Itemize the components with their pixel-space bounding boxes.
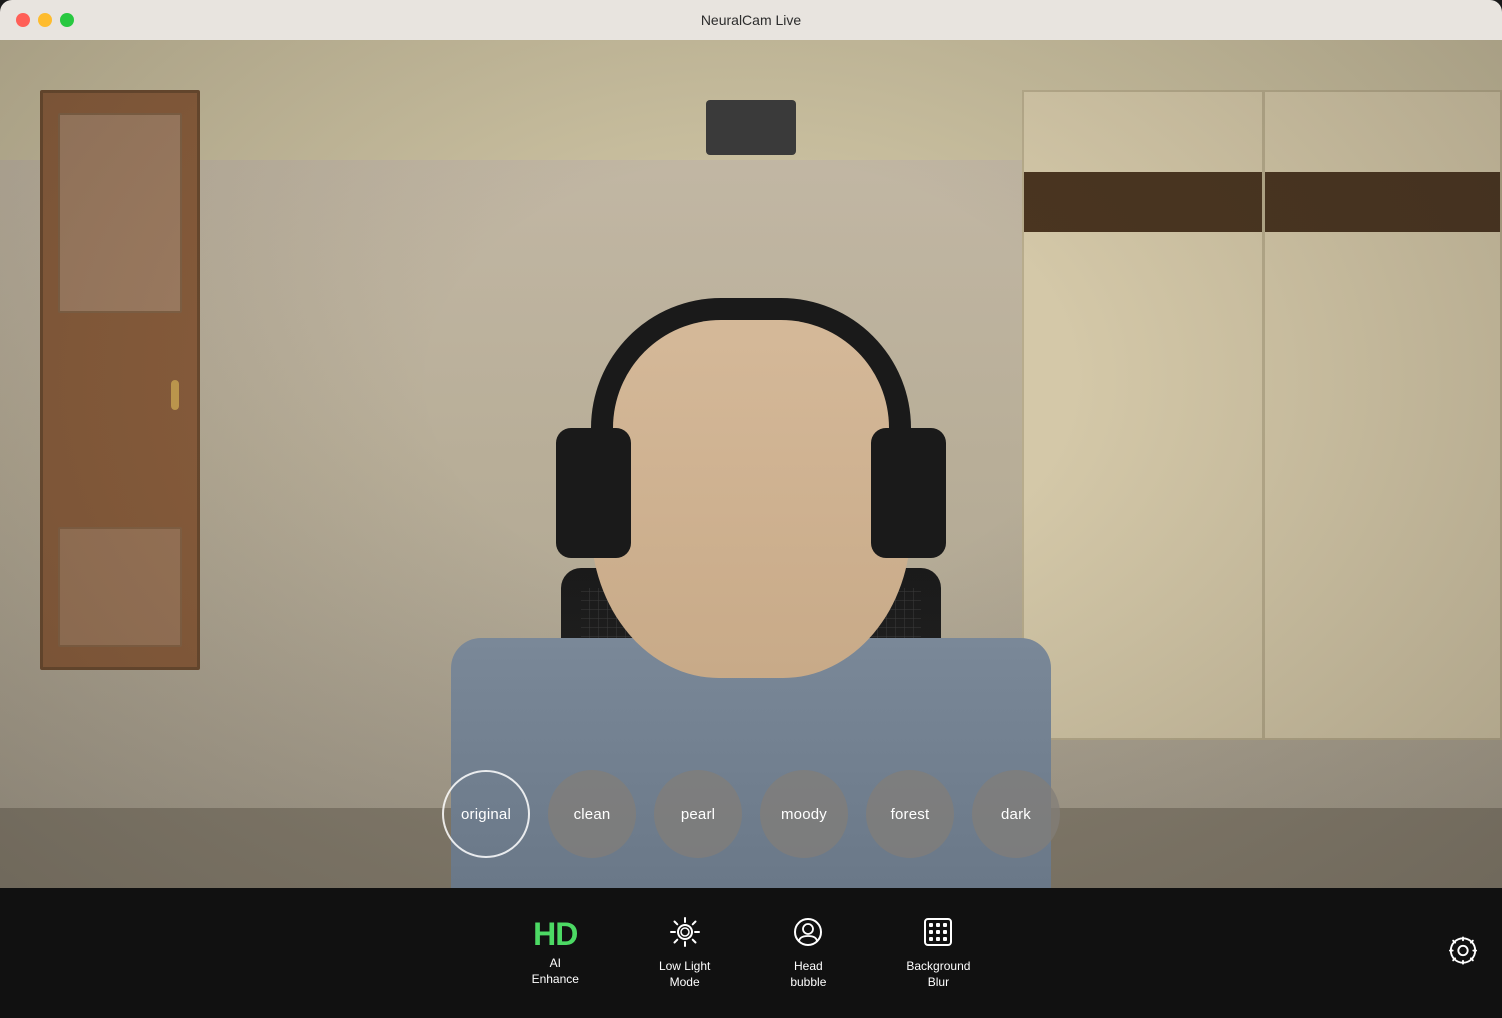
toolbar-item-background-blur[interactable]: Background Blur [906, 916, 970, 990]
toolbar-item-low-light[interactable]: Low Light Mode [659, 916, 710, 990]
filter-chip-pearl[interactable]: pearl [654, 770, 742, 858]
filter-chips-container: original clean pearl moody forest dark [0, 770, 1502, 858]
filter-chip-forest[interactable]: forest [866, 770, 954, 858]
maximize-button[interactable] [60, 13, 74, 27]
headphone-ear-right [871, 428, 946, 558]
background-blur-icon [922, 916, 954, 953]
toolbar-item-head-bubble[interactable]: Head bubble [790, 916, 826, 990]
headphones [556, 298, 946, 558]
ai-enhance-label: AI Enhance [532, 956, 579, 987]
headphone-ear-left [556, 428, 631, 558]
camera-view: original clean pearl moody forest dark [0, 40, 1502, 888]
app-title: NeuralCam Live [701, 12, 801, 28]
boombox [706, 100, 796, 155]
headphone-band [591, 298, 911, 428]
toolbar: HD AI Enhance [0, 888, 1502, 1018]
filter-chip-moody[interactable]: moody [760, 770, 848, 858]
main-content: original clean pearl moody forest dark H… [0, 40, 1502, 1018]
toolbar-settings-button[interactable] [1448, 936, 1478, 971]
filter-chip-dark[interactable]: dark [972, 770, 1060, 858]
hd-icon: HD [533, 918, 577, 950]
close-button[interactable] [16, 13, 30, 27]
head-bubble-icon [792, 916, 824, 953]
toolbar-item-ai-enhance[interactable]: HD AI Enhance [532, 918, 579, 987]
low-light-label: Low Light Mode [659, 959, 710, 990]
minimize-button[interactable] [38, 13, 52, 27]
filter-chip-clean[interactable]: clean [548, 770, 636, 858]
low-light-icon [669, 916, 701, 953]
window-controls [16, 13, 74, 27]
background-blur-label: Background Blur [906, 959, 970, 990]
titlebar: NeuralCam Live [0, 0, 1502, 40]
settings-icon [1448, 936, 1478, 966]
filter-chip-original[interactable]: original [442, 770, 530, 858]
head-bubble-label: Head bubble [790, 959, 826, 990]
